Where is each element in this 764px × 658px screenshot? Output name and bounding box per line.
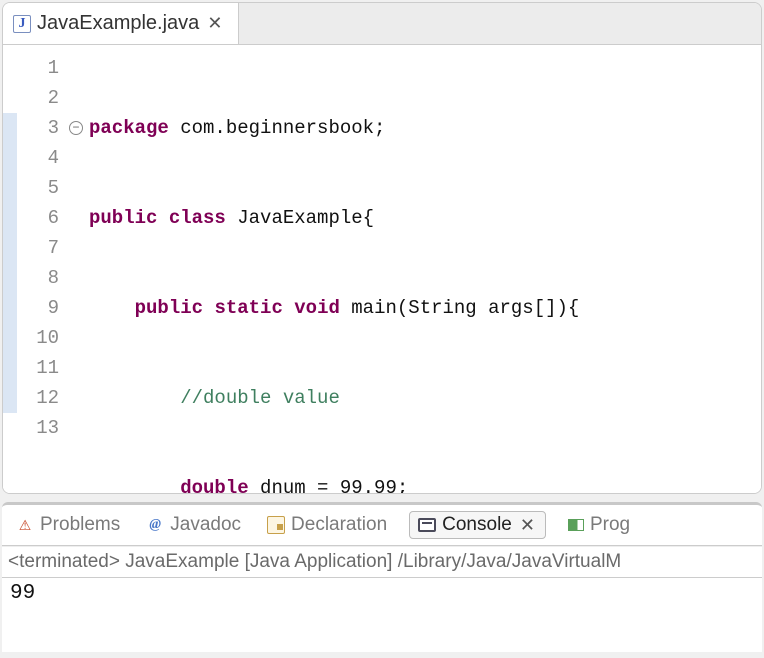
close-icon[interactable]: ✕	[518, 515, 537, 536]
close-icon[interactable]: ✕	[205, 13, 224, 34]
line-number: 3	[17, 113, 59, 143]
line-number: 2	[17, 83, 59, 113]
line-number: 8	[17, 263, 59, 293]
line-number-gutter: 1 2 3 4 5 6 7 8 9 10 11 12 13	[17, 53, 67, 493]
tab-declaration[interactable]: Declaration	[263, 512, 391, 538]
line-number: 10	[17, 323, 59, 353]
line-number: 7	[17, 233, 59, 263]
progress-icon	[568, 519, 584, 531]
tab-problems[interactable]: ⚠ Problems	[12, 512, 124, 538]
bottom-panel: ⚠ Problems @ Javadoc Declaration Console…	[2, 502, 762, 652]
code-line: package com.beginnersbook;	[89, 113, 761, 143]
code-line: public class JavaExample{	[89, 203, 761, 233]
line-number: 9	[17, 293, 59, 323]
line-number: 4	[17, 143, 59, 173]
tab-progress[interactable]: Prog	[564, 512, 634, 538]
source-text[interactable]: package com.beginnersbook; public class …	[85, 53, 761, 493]
line-number: 6	[17, 203, 59, 233]
code-line: double dnum = 99.99;	[89, 473, 761, 493]
line-number: 11	[17, 353, 59, 383]
console-icon	[418, 518, 436, 532]
line-number: 5	[17, 173, 59, 203]
line-number: 12	[17, 383, 59, 413]
problems-icon: ⚠	[16, 516, 34, 534]
editor-panel: J JavaExample.java ✕ 1 2 3 4 5 6 7 8 9 1…	[2, 2, 762, 494]
line-number: 13	[17, 413, 59, 443]
declaration-icon	[267, 516, 285, 534]
console-output: 99	[2, 577, 762, 609]
editor-tab-active[interactable]: J JavaExample.java ✕	[3, 3, 239, 44]
tab-filename: JavaExample.java	[37, 12, 199, 35]
editor-tab-bar: J JavaExample.java ✕	[3, 3, 761, 45]
code-line: //double value	[89, 383, 761, 413]
fold-strip: −	[67, 53, 85, 493]
code-area[interactable]: 1 2 3 4 5 6 7 8 9 10 11 12 13 − package …	[3, 45, 761, 493]
margin-column	[3, 53, 17, 493]
javadoc-icon: @	[146, 516, 164, 534]
java-file-icon: J	[13, 15, 31, 33]
tab-console[interactable]: Console ✕	[409, 511, 546, 539]
line-number: 1	[17, 53, 59, 83]
code-line: public static void main(String args[]){	[89, 293, 761, 323]
tab-javadoc[interactable]: @ Javadoc	[142, 512, 245, 538]
console-header: <terminated> JavaExample [Java Applicati…	[2, 546, 762, 577]
bottom-tab-bar: ⚠ Problems @ Javadoc Declaration Console…	[2, 505, 762, 546]
fold-toggle-icon[interactable]: −	[69, 121, 83, 135]
